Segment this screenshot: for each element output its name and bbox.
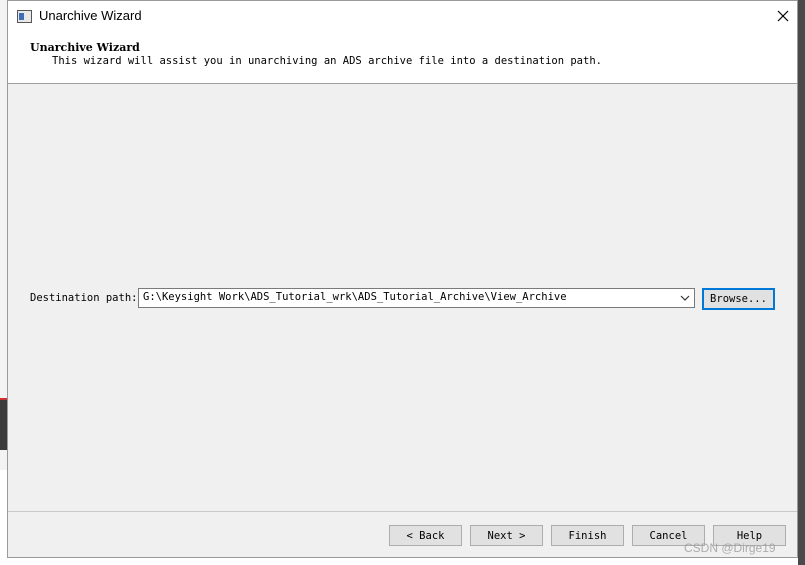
back-button[interactable]: < Back [389, 525, 462, 546]
unarchive-wizard-dialog: Unarchive Wizard Unarchive Wizard This w… [7, 0, 798, 558]
window-title: Unarchive Wizard [39, 8, 142, 23]
browse-button[interactable]: Browse... [702, 288, 775, 310]
title-bar[interactable]: Unarchive Wizard [8, 1, 797, 32]
close-icon[interactable] [775, 8, 791, 24]
background-right-strip [798, 0, 805, 565]
watermark: CSDN @Dirge19 [684, 541, 776, 555]
header-description: This wizard will assist you in unarchivi… [52, 55, 602, 67]
footer-separator [8, 511, 797, 512]
header-title: Unarchive Wizard [30, 41, 140, 54]
chevron-down-icon[interactable] [680, 294, 690, 302]
destination-path-value: G:\Keysight Work\ADS_Tutorial_wrk\ADS_Tu… [143, 291, 567, 303]
window-icon [17, 10, 32, 23]
destination-path-label: Destination path: [30, 292, 138, 304]
wizard-header: Unarchive Wizard This wizard will assist… [8, 32, 797, 84]
next-button[interactable]: Next > [470, 525, 543, 546]
finish-button[interactable]: Finish [551, 525, 624, 546]
destination-path-combobox[interactable]: G:\Keysight Work\ADS_Tutorial_wrk\ADS_Tu… [138, 288, 695, 308]
